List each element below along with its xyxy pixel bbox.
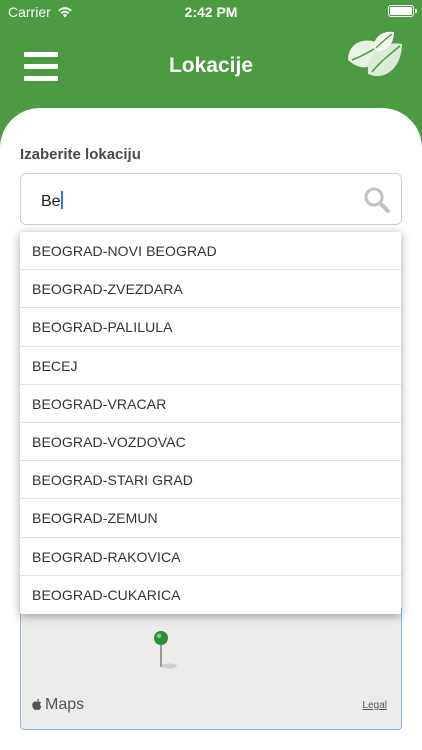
search-input-value[interactable]: Be — [41, 191, 63, 211]
location-search-input[interactable]: Be — [20, 173, 402, 225]
suggestion-item[interactable]: BEOGRAD-VRACAR — [20, 385, 401, 423]
suggestion-item[interactable]: BEOGRAD-NOVI BEOGRAD — [20, 232, 401, 271]
search-icon[interactable] — [363, 186, 391, 214]
suggestion-item[interactable]: BEOGRAD-ZEMUN — [20, 499, 401, 538]
suggestion-item[interactable]: BEOGRAD-ZVEZDARA — [20, 270, 401, 309]
status-time: 2:42 PM — [184, 4, 238, 20]
battery-icon — [388, 5, 417, 17]
suggestions-dropdown: BEOGRAD-NOVI BEOGRAD BEOGRAD-ZVEZDARA BE… — [20, 232, 401, 614]
location-label: Izaberite lokaciju — [20, 146, 141, 163]
nav-bar: Lokacije — [0, 24, 422, 110]
apple-logo-icon — [32, 698, 42, 710]
map-view[interactable]: Maps Legal — [20, 608, 402, 730]
text-caret — [60, 191, 63, 209]
map-pin-icon[interactable] — [147, 630, 187, 670]
maps-label: Maps — [45, 696, 85, 713]
suggestion-item[interactable]: BECEJ — [20, 347, 401, 385]
suggestion-item[interactable]: BEOGRAD-PALILULA — [20, 308, 401, 347]
suggestion-item[interactable]: BEOGRAD-VOZDOVAC — [20, 423, 401, 462]
suggestion-item[interactable]: BEOGRAD-STARI GRAD — [20, 461, 401, 500]
status-bar: Carrier 2:42 PM — [0, 0, 422, 24]
legal-link[interactable]: Legal — [363, 700, 387, 711]
suggestion-item[interactable]: BEOGRAD-RAKOVICA — [20, 538, 401, 576]
maps-brand: Maps — [31, 696, 84, 714]
leaf-logo-icon — [348, 31, 402, 77]
suggestion-item[interactable]: BEOGRAD-CUKARICA — [20, 576, 401, 614]
